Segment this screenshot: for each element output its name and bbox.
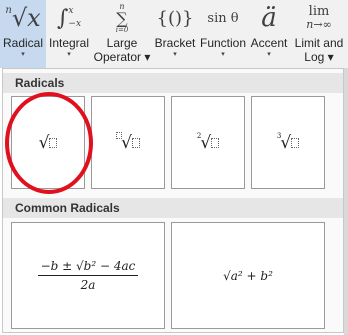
square-root-degree-tile[interactable]: 2 √ [171, 96, 245, 189]
chevron-down-icon: ▾ [221, 50, 225, 58]
chevron-down-icon: ▾ [173, 50, 177, 58]
integral-button[interactable]: ∫ x −x Integral ▾ [46, 0, 92, 68]
placeholder-box [291, 137, 300, 148]
radical-sign-icon: √ [280, 132, 292, 153]
square-root-tile[interactable]: √ [11, 96, 85, 189]
index-label: 2 [196, 131, 202, 140]
quadratic-numerator: −b ± √b² − 4ac [37, 259, 139, 276]
chevron-down-icon: ▾ [21, 50, 25, 58]
section-header-common-radicals: Common Radicals [3, 198, 343, 218]
accent-button[interactable]: ä Accent ▾ [248, 0, 290, 68]
quadratic-formula-tile[interactable]: −b ± √b² − 4ac 2a [11, 222, 165, 329]
radical-label: Radical [2, 36, 44, 50]
section-header-radicals: Radicals [3, 73, 343, 93]
radical-sign-icon: √ [121, 132, 132, 153]
function-button[interactable]: sin θ Function ▾ [198, 0, 248, 68]
bracket-button[interactable]: {()} Bracket ▾ [152, 0, 198, 68]
nth-root-tile[interactable]: √ [91, 96, 165, 189]
large-operator-button[interactable]: n ∑ i=0 Large Operator ▾ [92, 0, 152, 68]
pythagorean-tile[interactable]: √a² + b² [171, 222, 325, 329]
placeholder-box [49, 137, 58, 148]
index-placeholder-box [116, 132, 123, 139]
radical-sign-icon: √ [200, 132, 212, 153]
bracket-icon: {()} [156, 7, 194, 29]
index-label: 3 [276, 131, 282, 140]
limit-icon: lim n→∞ [306, 4, 332, 31]
function-icon: sin θ [207, 10, 239, 26]
equation-ribbon: n √x Radical ▾ ∫ x −x Integral ▾ n ∑ i=0 … [0, 0, 348, 68]
radical-icon: n √x [5, 4, 41, 32]
summation-icon: n ∑ i=0 [115, 1, 129, 34]
large-operator-label-2: Operator ▾ [93, 50, 151, 64]
quadratic-denominator: 2a [80, 278, 96, 292]
accent-icon: ä [261, 3, 277, 33]
placeholder-box [211, 137, 220, 148]
chevron-down-icon: ▾ [67, 50, 71, 58]
scrollbar-edge [344, 68, 348, 335]
radical-sign-icon: √ [38, 132, 50, 153]
radical-button[interactable]: n √x Radical ▾ [0, 0, 46, 68]
radical-gallery: Radicals √ √ 2 √ 3 √ Common Radicals −b ± … [2, 68, 344, 333]
chevron-down-icon: ▾ [267, 50, 271, 58]
accent-label: Accent [250, 36, 288, 50]
limit-and-log-label: Limit and [294, 36, 344, 50]
cube-root-tile[interactable]: 3 √ [251, 96, 325, 189]
bracket-label: Bracket [154, 36, 196, 50]
integral-label: Integral [48, 36, 90, 50]
limit-and-log-label-2: Log ▾ [304, 50, 334, 64]
function-label: Function [199, 36, 247, 50]
placeholder-box [131, 137, 140, 148]
integral-icon: ∫ x −x [56, 5, 82, 31]
large-operator-label: Large [106, 36, 138, 50]
limit-and-log-button[interactable]: lim n→∞ Limit and Log ▾ [290, 0, 348, 68]
